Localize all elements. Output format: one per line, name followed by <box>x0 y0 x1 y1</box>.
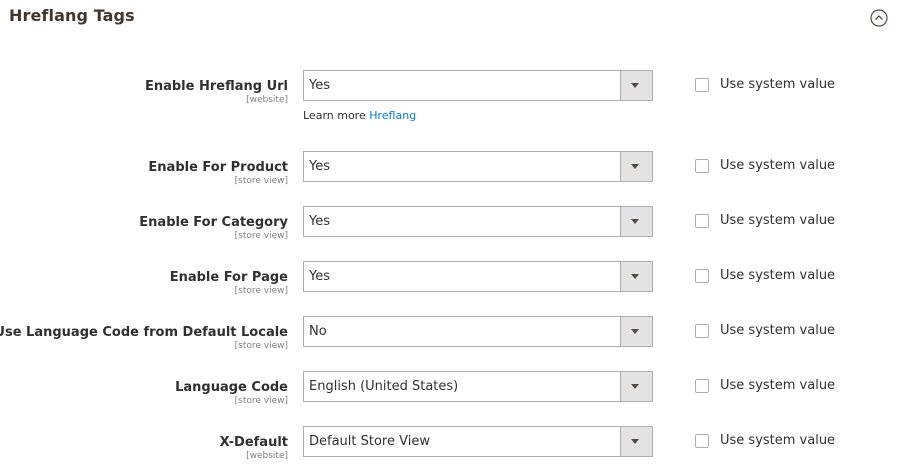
field-scope: [store view] <box>234 231 288 241</box>
select-toggle[interactable] <box>620 317 652 346</box>
use-system-value-label[interactable]: Use system value <box>720 323 835 338</box>
field-label: Language Code <box>175 380 288 395</box>
use-system-value-label[interactable]: Use system value <box>720 158 835 173</box>
field-scope: [website] <box>246 95 288 105</box>
use-system-value-checkbox[interactable] <box>695 78 709 92</box>
use-system-value-checkbox[interactable] <box>695 214 709 228</box>
select-value: Yes <box>309 159 330 174</box>
field-scope: [store view] <box>234 396 288 406</box>
hreflang-link[interactable]: Hreflang <box>369 109 416 122</box>
field-label: Use Language Code from Default Locale <box>0 325 288 340</box>
field-row-language-code: Language Code [store view] English (Unit… <box>0 371 900 411</box>
select-value: Yes <box>309 269 330 284</box>
select-toggle[interactable] <box>620 152 652 181</box>
field-label: Enable Hreflang Url <box>144 79 288 94</box>
field-row-use-language-code-from-default-locale: Use Language Code from Default Locale [s… <box>0 316 900 356</box>
enable-for-category-select[interactable]: Yes <box>303 206 653 237</box>
use-system-value-checkbox[interactable] <box>695 324 709 338</box>
field-row-enable-for-product: Enable For Product [store view] Yes Use … <box>0 151 900 191</box>
select-value: Yes <box>309 78 330 93</box>
field-scope: [store view] <box>234 176 288 186</box>
language-code-select[interactable]: English (United States) <box>303 371 653 402</box>
field-scope: [store view] <box>234 286 288 296</box>
field-label-block: Enable For Category [store view] <box>139 206 288 242</box>
use-system-value-label[interactable]: Use system value <box>720 213 835 228</box>
select-toggle[interactable] <box>620 71 652 100</box>
caret-down-icon <box>631 83 639 88</box>
select-toggle[interactable] <box>620 207 652 236</box>
field-label-block: Language Code [store view] <box>175 371 288 407</box>
use-language-code-from-default-locale-select[interactable]: No <box>303 316 653 347</box>
select-toggle[interactable] <box>620 427 652 456</box>
field-label-block: X-Default [website] <box>220 426 288 462</box>
caret-down-icon <box>631 439 639 444</box>
select-value: No <box>309 324 327 339</box>
use-system-value-checkbox[interactable] <box>695 434 709 448</box>
enable-for-page-select[interactable]: Yes <box>303 261 653 292</box>
use-system-value-label[interactable]: Use system value <box>720 433 835 448</box>
field-row-enable-for-category: Enable For Category [store view] Yes Use… <box>0 206 900 246</box>
select-toggle[interactable] <box>620 372 652 401</box>
select-value: Default Store View <box>309 434 430 449</box>
field-scope: [website] <box>246 451 288 461</box>
select-toggle[interactable] <box>620 262 652 291</box>
use-system-value-label[interactable]: Use system value <box>720 77 835 92</box>
caret-down-icon <box>631 164 639 169</box>
field-label-block: Enable For Page [store view] <box>170 261 288 297</box>
field-label: Enable For Category <box>139 215 288 230</box>
use-system-value-checkbox[interactable] <box>695 159 709 173</box>
collapse-icon[interactable] <box>870 9 888 27</box>
caret-down-icon <box>631 384 639 389</box>
field-label-block: Use Language Code from Default Locale [s… <box>0 316 288 352</box>
field-row-x-default: X-Default [website] Default Store View U… <box>0 426 900 466</box>
enable-for-product-select[interactable]: Yes <box>303 151 653 182</box>
field-scope: [store view] <box>234 341 288 351</box>
x-default-select[interactable]: Default Store View <box>303 426 653 457</box>
select-value: English (United States) <box>309 379 459 394</box>
use-system-value-label[interactable]: Use system value <box>720 378 835 393</box>
field-note: Learn more Hreflang <box>303 109 416 122</box>
use-system-value-checkbox[interactable] <box>695 269 709 283</box>
field-label: Enable For Page <box>169 270 288 285</box>
enable-hreflang-url-select[interactable]: Yes <box>303 70 653 101</box>
field-label: Enable For Product <box>148 160 288 175</box>
field-label: X-Default <box>219 435 288 450</box>
caret-down-icon <box>631 274 639 279</box>
caret-down-icon <box>631 329 639 334</box>
note-text: Learn more <box>303 109 366 122</box>
use-system-value-label[interactable]: Use system value <box>720 268 835 283</box>
section-title: Hreflang Tags <box>9 6 135 25</box>
use-system-value-checkbox[interactable] <box>695 379 709 393</box>
section-header[interactable]: Hreflang Tags <box>0 0 900 40</box>
field-row-enable-for-page: Enable For Page [store view] Yes Use sys… <box>0 261 900 301</box>
field-label-block: Enable Hreflang Url [website] <box>145 70 288 106</box>
select-value: Yes <box>309 214 330 229</box>
field-row-enable-hreflang-url: Enable Hreflang Url [website] Yes Use sy… <box>0 70 900 122</box>
field-label-block: Enable For Product [store view] <box>148 151 288 187</box>
caret-down-icon <box>631 219 639 224</box>
